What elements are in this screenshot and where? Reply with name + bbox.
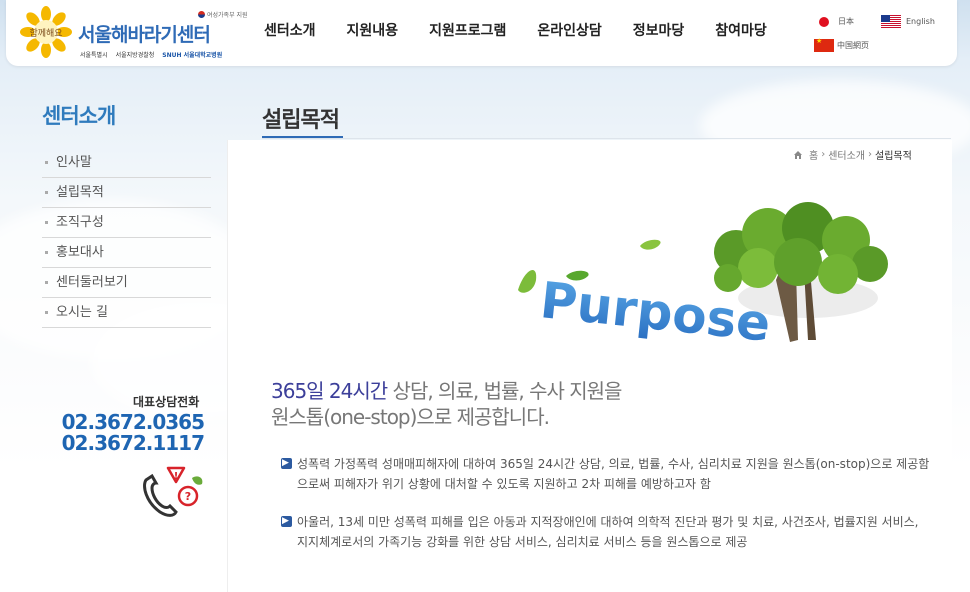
gnb-participation[interactable]: 참여마당 (715, 20, 767, 40)
arrow-right-icon: ▶ (282, 516, 289, 526)
phone-help-icon: ! ? (143, 466, 203, 517)
breadcrumb-home[interactable]: 홈 (809, 147, 818, 162)
logo-badge-text: 함께해요 (29, 28, 62, 39)
arrow-right-icon: ▶ (282, 458, 289, 468)
home-icon (794, 150, 802, 159)
logo-title: 서울해바라기센터 (78, 24, 211, 46)
sidebar: 센터소개 인사말 설립목적 조직구성 홍보대사 센터둘러보기 오시는 길 (42, 100, 212, 328)
chevron-right-icon: › (868, 149, 873, 160)
partner-snuh: SNUH 서울대학교병원 (162, 52, 223, 59)
lang-chinese-label: 中国網页 (837, 41, 869, 50)
gov-support-text: 여성가족부 지원 (207, 12, 248, 19)
svg-text:!: ! (174, 471, 179, 482)
gnb-info[interactable]: 정보마당 (633, 20, 685, 40)
lang-english[interactable]: English (881, 15, 935, 28)
slogan: 365일 24시간 상담, 의료, 법률, 수사 지원을 원스톱(one-sto… (271, 378, 623, 430)
sidebar-item-greeting[interactable]: 인사말 (42, 148, 211, 178)
lang-chinese[interactable]: 中国網页 (814, 37, 869, 52)
partner-logos: 서울특별시 서울지방경찰청 SNUH 서울대학교병원 (80, 50, 222, 59)
gnb-support-program[interactable]: 지원프로그램 (429, 20, 506, 40)
title-divider (262, 138, 951, 139)
sidebar-item-organization[interactable]: 조직구성 (42, 208, 211, 238)
breadcrumb-center-intro[interactable]: 센터소개 (828, 147, 865, 162)
china-flag-icon (814, 37, 834, 52)
gnb-online-counsel[interactable]: 온라인상담 (537, 20, 601, 40)
partner-seoul-city: 서울특별시 (80, 52, 108, 59)
sidebar-item-directions[interactable]: 오시는 길 (42, 298, 211, 328)
japan-flag-icon (814, 15, 834, 28)
lang-japanese[interactable]: 日本 (814, 15, 854, 28)
slogan-line2: 원스톱(one-stop)으로 제공합니다. (271, 405, 550, 429)
sidebar-item-ambassador[interactable]: 홍보대사 (42, 238, 211, 268)
purpose-paragraph-text: 성폭력 가정폭력 성매매피해자에 대하여 365일 24시간 상담, 의료, 법… (297, 457, 930, 491)
sidebar-title: 센터소개 (42, 104, 116, 128)
gnb-support-content[interactable]: 지원내용 (347, 20, 399, 40)
us-flag-icon (881, 15, 901, 28)
lang-japanese-label: 日本 (838, 17, 854, 26)
main-navigation: 센터소개 지원내용 지원프로그램 온라인상담 정보마당 참여마당 (264, 20, 767, 40)
gov-support-label: 여성가족부 지원 (198, 10, 248, 19)
gnb-center-intro[interactable]: 센터소개 (264, 20, 316, 40)
phone-number-2: 02.3672.1117 (61, 431, 205, 455)
phone-label: 대표상담전화 (133, 395, 200, 409)
slogan-highlight: 365일 24시간 (271, 379, 388, 403)
partner-police: 서울지방경찰청 (115, 52, 155, 59)
purpose-paragraph: ▶ 아울러, 13세 미만 성폭력 피해를 입은 아동과 지적장애인에 대하여 … (281, 512, 933, 552)
leaf-icon (518, 269, 537, 293)
purpose-paragraph-text: 아울러, 13세 미만 성폭력 피해를 입은 아동과 지적장애인에 대하여 의학… (297, 515, 919, 549)
chevron-right-icon: › (821, 149, 826, 160)
korea-emblem-icon (198, 11, 205, 18)
sidebar-menu: 인사말 설립목적 조직구성 홍보대사 센터둘러보기 오시는 길 (42, 148, 211, 328)
lang-english-label: English (906, 17, 935, 26)
breadcrumb: 홈 › 센터소개 › 설립목적 (793, 147, 912, 162)
slogan-line1: 상담, 의료, 법률, 수사 지원을 (387, 379, 623, 403)
sunflower-logo-icon: 함께해요 (20, 6, 72, 58)
page-title: 설립목적 (262, 108, 340, 133)
sidebar-item-tour[interactable]: 센터둘러보기 (42, 268, 211, 298)
purpose-illustration: Purpose (518, 202, 888, 353)
leaf-icon (640, 239, 661, 250)
site-header: 함께해요 여성가족부 지원 서울해바라기센터 서울특별시 서울지방경찰청 SNU… (6, 0, 957, 66)
purpose-paragraph: ▶ 성폭력 가정폭력 성매매피해자에 대하여 365일 24시간 상담, 의료,… (281, 454, 933, 494)
site-logo[interactable]: 함께해요 여성가족부 지원 서울해바라기센터 서울특별시 서울지방경찰청 SNU… (20, 6, 250, 62)
svg-text:?: ? (185, 490, 191, 503)
breadcrumb-current: 설립목적 (875, 151, 912, 162)
sidebar-item-purpose[interactable]: 설립목적 (42, 178, 211, 208)
